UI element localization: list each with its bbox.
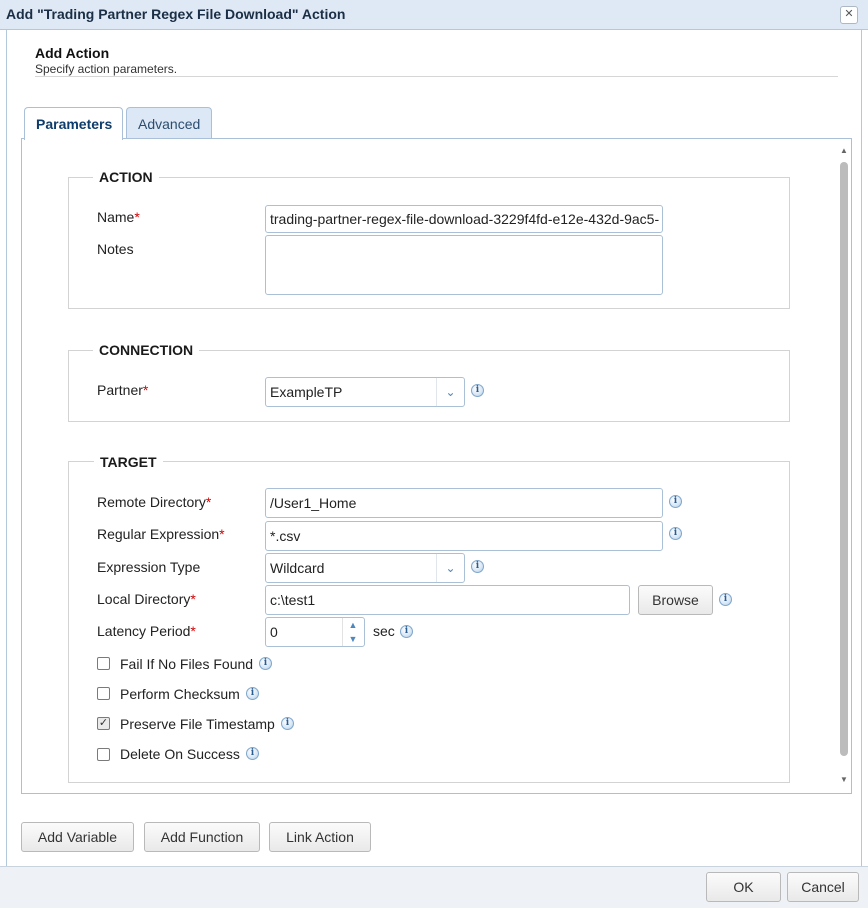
perform-checksum-label: Perform Checksum — [120, 686, 240, 702]
cancel-button[interactable]: Cancel — [787, 872, 859, 902]
regular-expression-field[interactable]: *.csv — [265, 521, 663, 551]
partner-label: Partner* — [97, 382, 149, 398]
scroll-up-icon[interactable]: ▲ — [838, 146, 850, 156]
add-function-button[interactable]: Add Function — [144, 822, 260, 852]
ok-button[interactable]: OK — [706, 872, 781, 902]
latency-spinner[interactable]: ▲ ▼ — [342, 618, 363, 646]
dialog-heading: Add Action — [35, 45, 110, 61]
chevron-down-icon[interactable]: ⌄ — [436, 378, 464, 406]
expression-type-select[interactable]: Wildcard ⌄ — [265, 553, 465, 583]
chevron-down-icon[interactable]: ⌄ — [436, 554, 464, 582]
frame-border-right — [861, 30, 862, 866]
local-directory-field[interactable]: c:\test1 — [265, 585, 630, 615]
info-icon[interactable]: i — [471, 384, 484, 397]
scrollbar-thumb[interactable] — [840, 162, 848, 756]
info-icon[interactable]: i — [669, 527, 682, 540]
name-label: Name* — [97, 209, 140, 225]
info-icon[interactable]: i — [471, 560, 484, 573]
window-title: Add "Trading Partner Regex File Download… — [6, 6, 346, 22]
info-icon[interactable]: i — [246, 747, 259, 760]
latency-period-value: 0 — [270, 624, 278, 640]
regular-expression-label: Regular Expression* — [97, 526, 225, 542]
browse-button[interactable]: Browse — [638, 585, 713, 615]
info-icon[interactable]: i — [246, 687, 259, 700]
add-variable-button[interactable]: Add Variable — [21, 822, 134, 852]
fail-if-no-files-checkbox[interactable] — [97, 657, 110, 670]
info-icon[interactable]: i — [719, 593, 732, 606]
heading-divider — [35, 76, 838, 77]
notes-field[interactable] — [265, 235, 663, 295]
frame-border-left — [6, 30, 7, 866]
remote-directory-field[interactable]: /User1_Home — [265, 488, 663, 518]
name-field[interactable]: trading-partner-regex-file-download-3229… — [265, 205, 663, 233]
perform-checksum-checkbox[interactable] — [97, 687, 110, 700]
action-legend: ACTION — [93, 169, 159, 185]
preserve-file-timestamp-checkbox[interactable]: ✓ — [97, 717, 110, 730]
partner-select-value: ExampleTP — [270, 384, 343, 400]
expression-type-value: Wildcard — [270, 560, 325, 576]
info-icon[interactable]: i — [669, 495, 682, 508]
link-action-button[interactable]: Link Action — [269, 822, 371, 852]
local-directory-label: Local Directory* — [97, 591, 196, 607]
tab-advanced[interactable]: Advanced — [126, 107, 212, 139]
target-legend: TARGET — [94, 454, 163, 470]
connection-legend: CONNECTION — [93, 342, 200, 358]
close-icon[interactable]: ✕ — [840, 6, 858, 24]
delete-on-success-label: Delete On Success — [120, 746, 240, 762]
info-icon[interactable]: i — [259, 657, 272, 670]
fail-if-no-files-label: Fail If No Files Found — [120, 656, 254, 672]
spin-down-icon[interactable]: ▼ — [343, 632, 363, 646]
info-icon[interactable]: i — [281, 717, 294, 730]
partner-select[interactable]: ExampleTP ⌄ — [265, 377, 465, 407]
preserve-file-timestamp-label: Preserve File Timestamp — [120, 716, 275, 732]
tab-parameters[interactable]: Parameters — [24, 107, 123, 140]
notes-label: Notes — [97, 241, 134, 257]
scroll-down-icon[interactable]: ▼ — [838, 775, 850, 785]
title-bar: Add "Trading Partner Regex File Download… — [0, 0, 868, 30]
expression-type-label: Expression Type — [97, 559, 201, 575]
latency-period-label: Latency Period* — [97, 623, 196, 639]
info-icon[interactable]: i — [400, 625, 413, 638]
spin-up-icon[interactable]: ▲ — [343, 618, 363, 632]
delete-on-success-checkbox[interactable] — [97, 748, 110, 761]
remote-directory-label: Remote Directory* — [97, 494, 212, 510]
dialog-subheading: Specify action parameters. — [35, 62, 178, 76]
latency-unit-label: sec — [373, 623, 395, 639]
